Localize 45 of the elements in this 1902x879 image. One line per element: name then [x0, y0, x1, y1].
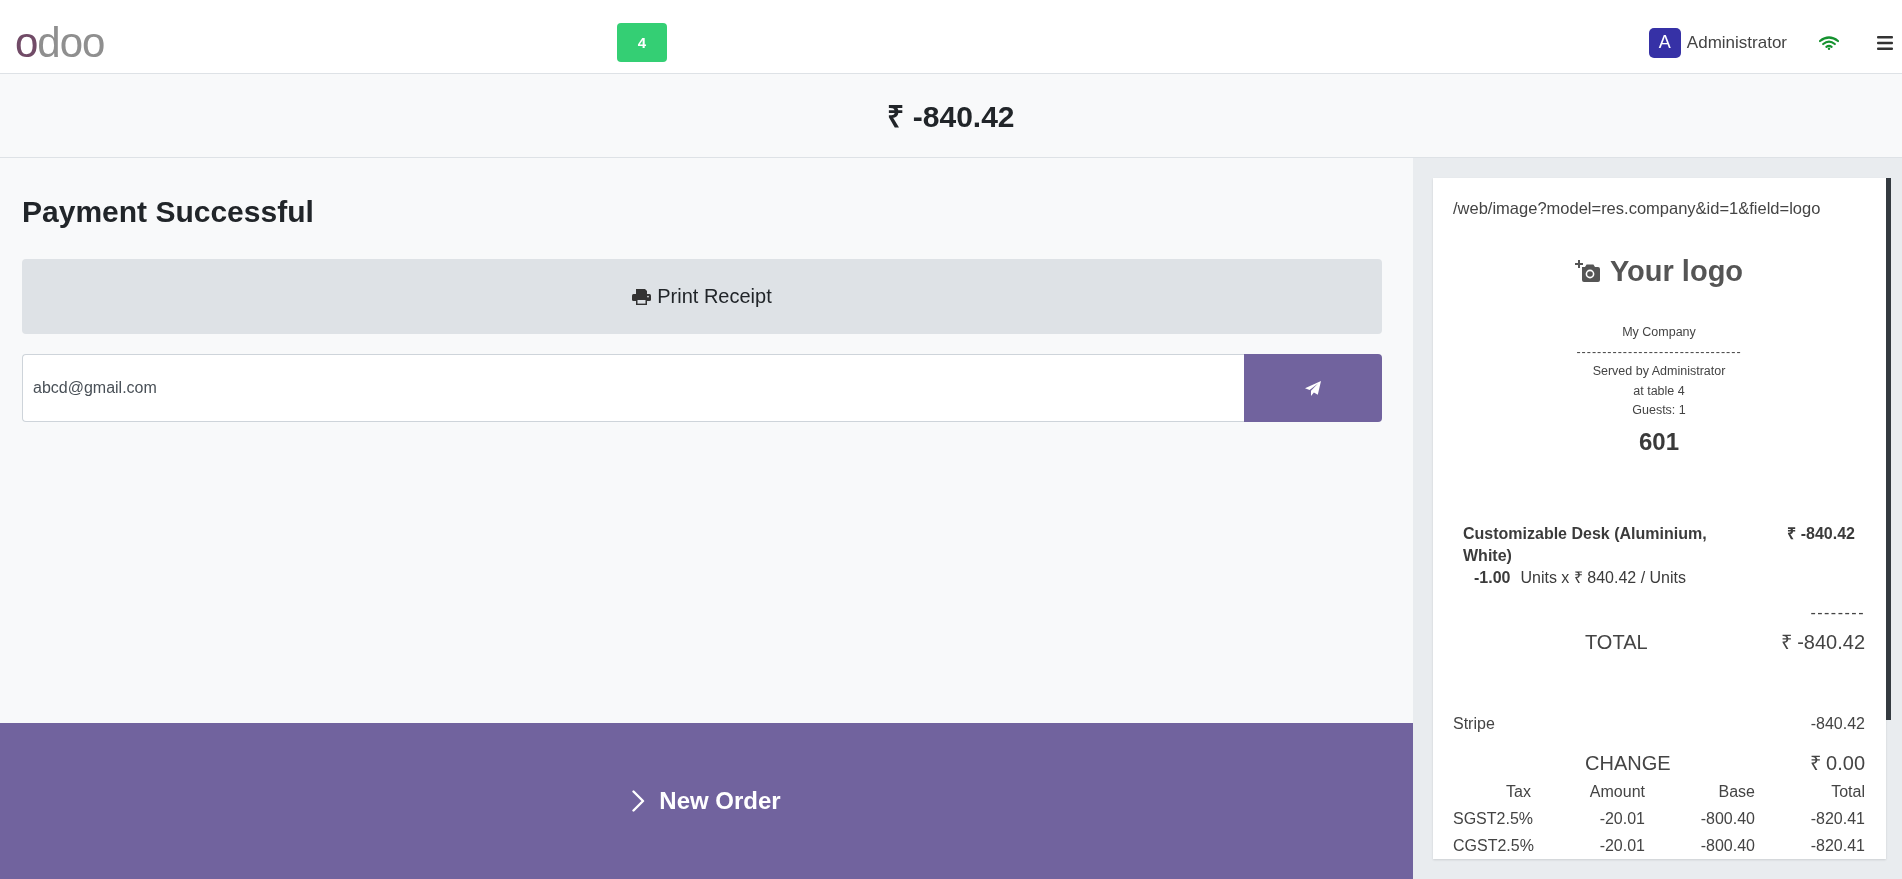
table-header: Amount [1588, 781, 1645, 802]
camera-plus-icon [1574, 259, 1600, 283]
total-label: TOTAL [1585, 629, 1648, 655]
table-text: at table 4 [1633, 382, 1685, 400]
dashed-separator: -------- [1809, 603, 1865, 622]
order-number: 601 [1637, 426, 1680, 457]
logo-url-text: /web/image?model=res.company&id=1&field=logo [1453, 198, 1822, 219]
table-cell-text: -20.01 [1598, 835, 1645, 856]
table-cell-text: -800.40 [1699, 835, 1755, 856]
payment-method: Stripe [1453, 713, 1495, 734]
table-cell-text: -820.41 [1809, 835, 1865, 856]
table-cell-text: -820.41 [1809, 808, 1865, 829]
line-quantity: -1.00 [1474, 567, 1511, 588]
menu-icon[interactable] [1877, 35, 1893, 50]
dashed-separator: -------------------------------- [1576, 343, 1742, 361]
send-icon [1305, 380, 1321, 396]
table-cell-text: -800.40 [1699, 808, 1755, 829]
chevron-right-icon [632, 790, 646, 812]
guests-text: Guests: 1 [1632, 402, 1686, 419]
scrollbar-thumb[interactable] [1886, 178, 1891, 720]
product-name: Customizable Desk (Aluminium, White) [1463, 523, 1708, 566]
change-amount: ₹ 0.00 [1809, 750, 1865, 776]
payment-amount: -840.42 [1810, 713, 1865, 734]
printer-icon [632, 288, 652, 305]
user-avatar: A [1648, 27, 1681, 58]
amount-due: ₹ -840.42 [887, 99, 1015, 135]
served-by-text: Served by Administrator [1592, 363, 1726, 380]
unit-price-detail: Units x ₹ 840.42 / Units [1520, 567, 1686, 588]
page-title: Payment Successful [22, 194, 315, 230]
total-amount: ₹ -840.42 [1780, 629, 1865, 655]
table-header: Tax [1505, 781, 1531, 802]
print-receipt-button[interactable]: Print Receipt [22, 259, 1382, 334]
table-cell-text: SGST2.5% [1453, 808, 1531, 829]
table-cell-text: -20.01 [1598, 808, 1645, 829]
user-name[interactable]: Administrator [1686, 32, 1787, 53]
company-name: My Company [1622, 324, 1696, 341]
new-order-button[interactable]: New Order [0, 723, 1413, 879]
odoo-logo: odoo [15, 20, 105, 65]
wifi-icon[interactable] [1819, 35, 1839, 50]
change-label: CHANGE [1585, 750, 1671, 776]
table-header: Base [1717, 781, 1755, 802]
line-price: ₹ -840.42 [1787, 523, 1855, 544]
placeholder-logo-text: Your logo [1609, 254, 1744, 288]
table-header: Total [1830, 781, 1865, 802]
email-field[interactable]: abcd@gmail.com [22, 354, 1244, 422]
